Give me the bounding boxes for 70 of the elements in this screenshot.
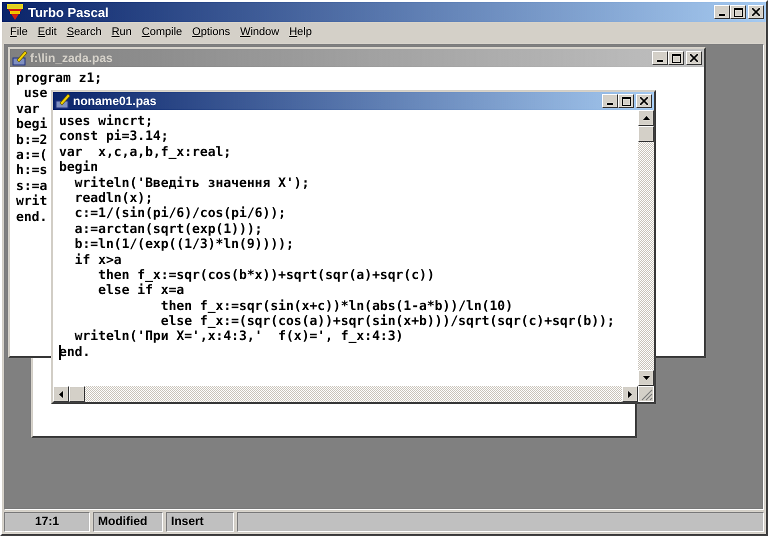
menu-item[interactable]: File <box>5 26 33 38</box>
maximize-button[interactable] <box>730 5 746 19</box>
app-title: Turbo Pascal <box>28 4 110 20</box>
minimize-button[interactable] <box>714 5 730 19</box>
status-pane: 17:1 <box>4 512 90 532</box>
minimize-button[interactable] <box>652 51 668 65</box>
status-pane: Modified <box>93 512 163 532</box>
code-line: writeln('Введіть значення X'); <box>74 176 310 191</box>
code-line: begin <box>59 160 98 176</box>
menu-item[interactable]: Search <box>62 26 107 38</box>
scroll-up-button[interactable] <box>638 110 654 126</box>
code-line: begi <box>16 117 48 133</box>
scroll-left-button[interactable] <box>53 386 69 402</box>
resize-grip-icon[interactable] <box>639 387 653 401</box>
maximize-button[interactable] <box>618 94 634 108</box>
code-line: b:=2 <box>16 132 48 148</box>
code-line: if x>a <box>74 252 122 268</box>
status-pane: Insert <box>166 512 234 532</box>
code-line: var x,c,a,b,f_x:real; <box>59 144 232 160</box>
code-line: const pi=3.14; <box>59 129 169 145</box>
code-line: end. <box>16 210 48 225</box>
scroll-thumb[interactable] <box>69 386 85 402</box>
close-icon <box>640 97 648 105</box>
menu-item[interactable]: Edit <box>32 26 62 38</box>
close-button[interactable] <box>686 51 702 65</box>
code-line: writeln('При X=',x:4:3,' f(x)=', f_x:4:3) <box>74 329 404 345</box>
maximize-icon <box>734 8 742 16</box>
minimize-button[interactable] <box>602 94 618 108</box>
vertical-scrollbar[interactable] <box>638 110 654 386</box>
menu-item[interactable]: Options <box>187 26 236 38</box>
code-line: s:=a <box>16 178 48 194</box>
up-arrow-icon <box>642 116 650 120</box>
close-button[interactable] <box>636 94 652 108</box>
code-line: var <box>16 102 40 117</box>
horizontal-scrollbar[interactable] <box>53 386 638 402</box>
logo-icon <box>6 3 24 21</box>
code-line: use <box>22 86 48 102</box>
code-line: uses wincrt; <box>59 114 153 129</box>
code-line: h:=s <box>16 163 48 179</box>
code-line: a:=( <box>16 148 48 164</box>
code-line: a:=arctan(sqrt(exp(1))); <box>74 222 262 238</box>
code-line: else f_x:=(sqr(cos(a))+sqr(sin(x+b)))/sqrt(sqr(c)+sqr(b)); <box>160 314 615 330</box>
pencil-document-icon <box>12 50 28 66</box>
pencil-document-icon <box>55 93 71 109</box>
menu-item[interactable]: Compile <box>136 26 188 38</box>
code-line: then f_x:=sqr(sin(x+c))*ln(abs(1-a*b))/ln(10) <box>160 298 513 314</box>
left-arrow-icon <box>59 390 63 398</box>
scroll-thumb[interactable] <box>638 126 654 142</box>
scroll-down-button[interactable] <box>638 370 654 386</box>
code-line: program z1; <box>16 71 102 86</box>
down-arrow-icon <box>642 376 650 380</box>
maximize-icon <box>672 54 680 62</box>
right-arrow-icon <box>628 390 632 398</box>
maximize-icon <box>622 96 630 106</box>
close-button[interactable] <box>748 5 764 19</box>
menu-item[interactable]: Run <box>106 26 137 38</box>
code-line: c:=1/(sin(pi/6)/cos(pi/6)); <box>74 206 286 222</box>
code-line: b:=ln(1/(exp((1/3)*ln(9)))); <box>74 237 294 253</box>
scroll-right-button[interactable] <box>622 386 638 402</box>
menu-item[interactable]: Window <box>235 26 284 38</box>
code-line: writ <box>16 194 48 210</box>
code-line: then f_x:=sqr(cos(b*x))+sqrt(sqr(a)+sqr(c)) <box>97 268 435 284</box>
maximize-button[interactable] <box>668 51 684 65</box>
window-title: f:\lin_zada.pas <box>30 51 114 65</box>
close-icon <box>752 8 760 16</box>
window-title: noname01.pas <box>73 94 158 108</box>
menu-item[interactable]: Help <box>284 26 317 38</box>
code-line: readln(x); <box>74 190 153 206</box>
close-icon <box>690 54 698 62</box>
code-line: else if x=a <box>97 283 184 299</box>
